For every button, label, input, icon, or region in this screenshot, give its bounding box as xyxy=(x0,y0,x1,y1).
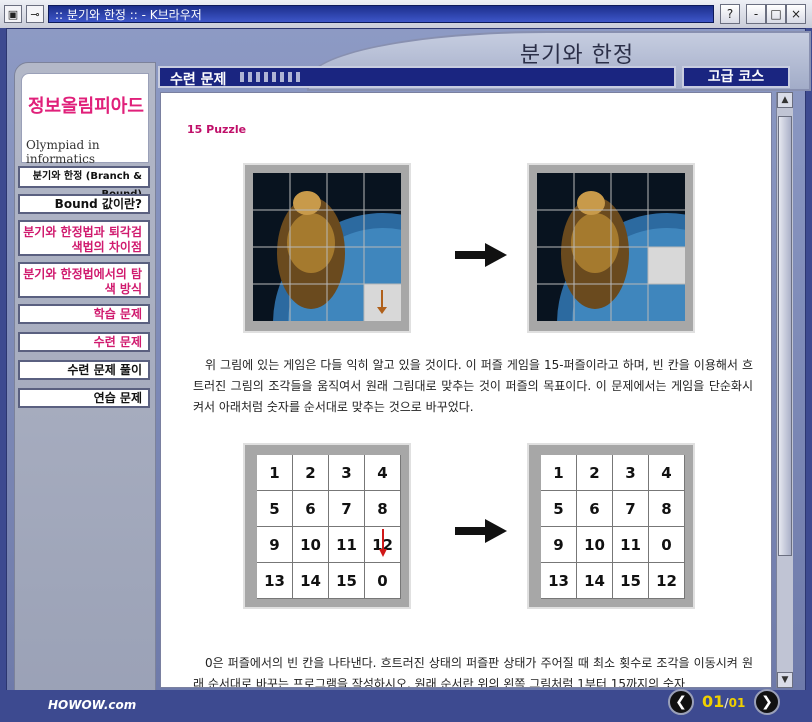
intro-paragraph: 위 그림에 있는 게임은 다들 익히 알고 있을 것이다. 이 퍼즐 게임을 1… xyxy=(193,358,753,414)
board-cell: 14 xyxy=(577,563,613,599)
board-cell: 6 xyxy=(293,491,329,527)
close-button[interactable]: × xyxy=(786,4,806,24)
puzzle-image-scrambled xyxy=(253,173,401,321)
image-puzzle-after xyxy=(527,163,695,333)
board-cell: 14 xyxy=(293,563,329,599)
section-label: 수련 문제 xyxy=(170,72,227,88)
next-page-button[interactable]: ❯ xyxy=(754,689,780,715)
page-current: 01 xyxy=(702,692,725,711)
sidebar-item-branch-bound[interactable]: 분기와 한정 (Branch & Bound) xyxy=(18,166,150,200)
board-cell: 2 xyxy=(293,455,329,491)
board-cell: 12 xyxy=(649,563,685,599)
board-cell: 15 xyxy=(329,563,365,599)
prev-page-button[interactable]: ❮ xyxy=(668,689,694,715)
board-cell: 6 xyxy=(577,491,613,527)
sidebar-item-practice[interactable]: 수련 문제 xyxy=(18,332,150,352)
checker-decoration xyxy=(240,72,300,82)
board-cell: 0 xyxy=(649,527,685,563)
puzzle-image-solved xyxy=(537,173,685,321)
board-cell: 7 xyxy=(613,491,649,527)
sidebar-item-bound-value[interactable]: Bound 값이란? xyxy=(18,194,150,214)
arrow-right-icon xyxy=(455,519,507,543)
puzzle-title: 15 Puzzle xyxy=(187,123,247,136)
sidebar-item-practice-solution[interactable]: 수련 문제 풀이 xyxy=(18,360,150,380)
board-cell: 1 xyxy=(257,455,293,491)
browser-icon[interactable]: ▣ xyxy=(4,5,22,23)
board-cell: 5 xyxy=(541,491,577,527)
board-cell: 2 xyxy=(577,455,613,491)
number-board-before: 1 2 3 4 5 6 7 8 9 10 11 12 13 14 15 0 xyxy=(243,443,411,609)
maximize-button[interactable]: □ xyxy=(766,4,786,24)
board-cells-after: 1 2 3 4 5 6 7 8 9 10 11 0 13 14 15 12 xyxy=(541,455,685,599)
board-cell: 15 xyxy=(613,563,649,599)
sidebar: 정보올림피아드 Olympiad in informatics xyxy=(14,62,156,710)
board-cell: 4 xyxy=(365,455,401,491)
content-panel: 15 Puzzle 위 그림에 있는 게임은 다들 익히 알고 있을 것이다. … xyxy=(160,92,772,688)
board-cell: 10 xyxy=(293,527,329,563)
minimize-button[interactable]: - xyxy=(746,4,766,24)
problem-paragraph: 0은 퍼즐에서의 빈 칸을 나타낸다. 흐트러진 상태의 퍼즐판 상태가 주어질… xyxy=(193,656,753,688)
board-cell: 5 xyxy=(257,491,293,527)
logo-subtitle: Olympiad in informatics xyxy=(26,138,100,166)
board-cell: 1 xyxy=(541,455,577,491)
vertical-scrollbar[interactable]: ▲ ▼ xyxy=(776,92,793,688)
board-cell: 9 xyxy=(541,527,577,563)
board-cell: 8 xyxy=(649,491,685,527)
scroll-thumb[interactable] xyxy=(778,116,792,556)
board-cell: 13 xyxy=(541,563,577,599)
number-board-after: 1 2 3 4 5 6 7 8 9 10 11 0 13 14 15 12 xyxy=(527,443,695,609)
board-cell: 9 xyxy=(257,527,293,563)
sidebar-item-search-method[interactable]: 분기와 한정법에서의 탐색 방식 xyxy=(18,262,150,298)
image-puzzle-before xyxy=(243,163,411,333)
sidebar-item-exercise[interactable]: 연습 문제 xyxy=(18,388,150,408)
section-header: 수련 문제 xyxy=(158,66,676,88)
pin-icon[interactable]: ⊸ xyxy=(26,5,44,23)
board-cell: 8 xyxy=(365,491,401,527)
board-cell: 3 xyxy=(613,455,649,491)
help-button[interactable]: ? xyxy=(720,4,740,24)
howow-logo: HOWOW.com xyxy=(48,698,137,712)
scroll-up-button[interactable]: ▲ xyxy=(777,92,793,108)
board-cell: 0 xyxy=(365,563,401,599)
window-titlebar: ▣ ⊸ :: 분기와 한정 :: - K브라우저 ? - □ × xyxy=(0,0,812,29)
board-cell: 13 xyxy=(257,563,293,599)
window-title: :: 분기와 한정 :: - K브라우저 xyxy=(48,5,714,23)
level-label: 고급 코스 xyxy=(682,66,790,88)
board-cell: 10 xyxy=(577,527,613,563)
sidebar-item-difference[interactable]: 분기와 한정법과 퇴각검색법의 차이점 xyxy=(18,220,150,256)
board-cell: 7 xyxy=(329,491,365,527)
page-total: 01 xyxy=(728,696,746,710)
move-arrow-icon xyxy=(379,529,387,557)
scroll-down-button[interactable]: ▼ xyxy=(777,672,793,688)
olympiad-logo: 정보올림피아드 Olympiad in informatics xyxy=(21,73,149,166)
page-indicator: 01/01 xyxy=(702,692,745,711)
sidebar-item-study[interactable]: 학습 문제 xyxy=(18,304,150,324)
arrow-right-icon xyxy=(455,243,507,267)
board-cell: 11 xyxy=(329,527,365,563)
board-cell: 4 xyxy=(649,455,685,491)
logo-title: 정보올림피아드 xyxy=(28,96,144,117)
board-cell: 3 xyxy=(329,455,365,491)
page-heading: 분기와 한정 xyxy=(519,43,635,68)
board-cells-before: 1 2 3 4 5 6 7 8 9 10 11 12 13 14 15 0 xyxy=(257,455,401,599)
board-cell: 11 xyxy=(613,527,649,563)
